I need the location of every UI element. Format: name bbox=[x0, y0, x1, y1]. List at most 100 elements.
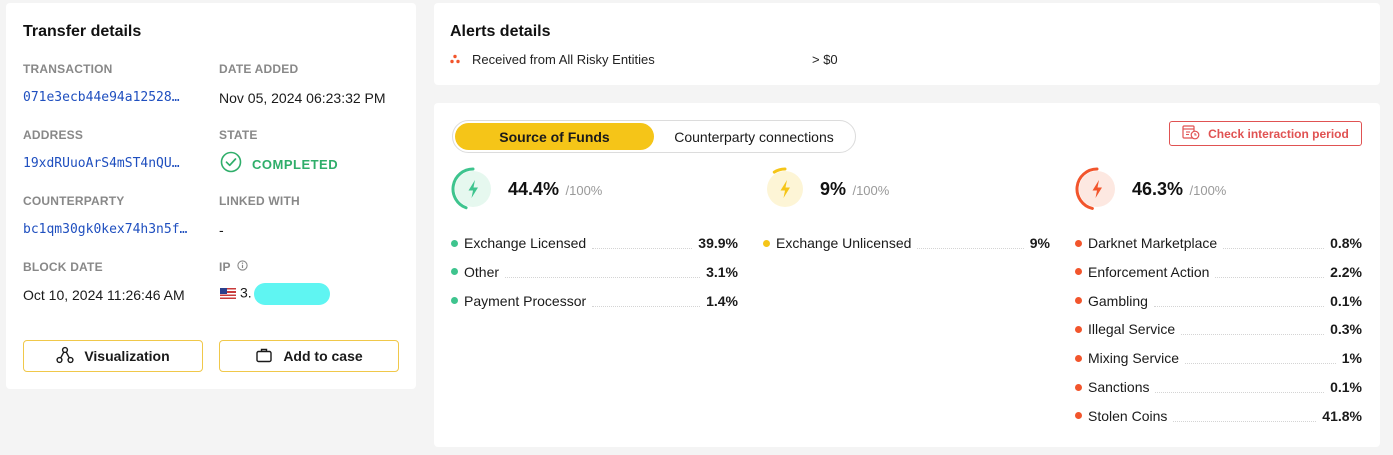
linked-with-label: LINKED WITH bbox=[219, 194, 300, 208]
alerts-details-title: Alerts details bbox=[450, 23, 551, 40]
bullet-dot bbox=[1075, 412, 1082, 420]
state-label: STATE bbox=[219, 128, 258, 142]
risk-row-label: Exchange Licensed bbox=[464, 235, 587, 251]
risk-row: Gambling 0.1% bbox=[1075, 291, 1362, 311]
bullet-dot bbox=[1075, 325, 1082, 333]
risk-row-label: Gambling bbox=[1088, 292, 1148, 309]
dotted-leader bbox=[592, 295, 701, 307]
group-percent-low: 44.4% /100% bbox=[508, 179, 602, 200]
check-interaction-period-button[interactable]: Check interaction period bbox=[1169, 121, 1362, 146]
gauge-medium bbox=[763, 167, 807, 211]
add-to-case-button-label: Add to case bbox=[283, 348, 363, 364]
address-label: ADDRESS bbox=[23, 128, 84, 142]
risk-row-label: Sanctions bbox=[1088, 379, 1150, 395]
visualization-button-label: Visualization bbox=[84, 348, 170, 364]
counterparty-link[interactable]: bc1qm30gk0kex74h3n5f… bbox=[23, 222, 203, 237]
date-added-label: DATE ADDED bbox=[219, 62, 299, 76]
tab-counterparty-connections[interactable]: Counterparty connections bbox=[654, 123, 854, 150]
dotted-leader bbox=[1223, 237, 1325, 249]
group-percent-high: 46.3% /100% bbox=[1132, 179, 1226, 200]
add-to-case-button[interactable]: Add to case bbox=[219, 340, 399, 372]
risk-row: Sanctions 0.1% bbox=[1075, 377, 1362, 397]
alerts-details-card: Alerts details Received from All Risky E… bbox=[434, 3, 1380, 85]
percent-total: /100% bbox=[565, 183, 603, 198]
gauge-low bbox=[451, 167, 495, 211]
risk-row-value: 1% bbox=[1341, 350, 1362, 367]
funds-view-toggle: Source of Funds Counterparty connections bbox=[452, 120, 856, 153]
date-added-value: Nov 05, 2024 06:23:32 PM bbox=[219, 90, 386, 106]
risk-row: Other 3.1% bbox=[451, 262, 738, 282]
dotted-leader bbox=[1181, 323, 1325, 336]
bullet-dot bbox=[1075, 268, 1082, 276]
gauge-high bbox=[1075, 167, 1119, 211]
dotted-leader bbox=[917, 237, 1024, 249]
bullet-dot bbox=[451, 297, 458, 305]
ip-label: IP bbox=[219, 260, 231, 274]
bullet-dot bbox=[1075, 354, 1082, 362]
address-link[interactable]: 19xdRUuoArS4mST4nQU… bbox=[23, 156, 203, 171]
dotted-leader bbox=[1153, 295, 1325, 307]
bullet-dot bbox=[1075, 297, 1082, 305]
bullet-dot bbox=[1075, 383, 1082, 391]
risk-row: Exchange Unlicensed 9% bbox=[763, 233, 1050, 253]
percent-total: /100% bbox=[852, 183, 890, 198]
risk-row: Illegal Service 0.3% bbox=[1075, 319, 1362, 339]
info-icon[interactable] bbox=[237, 260, 248, 274]
alert-rule-row: Received from All Risky Entities bbox=[450, 52, 655, 67]
source-of-funds-card: Source of Funds Counterparty connections… bbox=[434, 103, 1380, 447]
risk-row-value: 0.3% bbox=[1330, 321, 1362, 338]
risk-row-value: 1.4% bbox=[706, 292, 738, 309]
risk-cluster-icon bbox=[450, 52, 460, 67]
group-percent-medium: 9% /100% bbox=[820, 179, 889, 200]
percent-total: /100% bbox=[1189, 183, 1227, 198]
bullet-dot bbox=[451, 239, 458, 247]
bullet-dot bbox=[451, 268, 458, 276]
risk-row-label: Other bbox=[464, 263, 500, 280]
risk-row-value: 3.1% bbox=[706, 263, 738, 280]
briefcase-icon bbox=[255, 346, 273, 367]
transaction-link[interactable]: 071e3ecb44e94a12528… bbox=[23, 90, 203, 105]
block-date-value: Oct 10, 2024 11:26:46 AM bbox=[23, 287, 185, 303]
linked-with-value: - bbox=[219, 222, 224, 238]
block-date-label: BLOCK DATE bbox=[23, 260, 103, 274]
risk-row: Payment Processor 1.4% bbox=[451, 291, 738, 311]
ip-value-row: 3. bbox=[220, 283, 330, 305]
risk-row-value: 39.9% bbox=[698, 235, 738, 251]
risk-row: Enforcement Action 2.2% bbox=[1075, 262, 1362, 282]
redaction-mark bbox=[253, 283, 330, 305]
dotted-leader bbox=[1185, 352, 1336, 365]
visualization-button[interactable]: Visualization bbox=[23, 340, 203, 372]
calendar-clock-icon bbox=[1182, 124, 1200, 143]
risk-row: Darknet Marketplace 0.8% bbox=[1075, 233, 1362, 253]
transaction-label: TRANSACTION bbox=[23, 62, 113, 76]
risk-row-value: 2.2% bbox=[1330, 263, 1362, 280]
bullet-dot bbox=[1075, 239, 1082, 247]
risk-row-label: Payment Processor bbox=[464, 292, 587, 309]
dotted-leader bbox=[505, 266, 701, 278]
tab-source-of-funds[interactable]: Source of Funds bbox=[455, 123, 654, 150]
dotted-leader bbox=[1155, 381, 1325, 393]
risk-row-value: 9% bbox=[1029, 235, 1050, 251]
risk-row: Exchange Licensed 39.9% bbox=[451, 233, 738, 253]
risk-row: Stolen Coins 41.8% bbox=[1075, 406, 1362, 426]
us-flag-icon bbox=[220, 287, 236, 299]
risk-row-value: 41.8% bbox=[1322, 407, 1362, 424]
risk-row-label: Stolen Coins bbox=[1088, 407, 1168, 424]
alert-rule-text: Received from All Risky Entities bbox=[472, 52, 655, 67]
bullet-dot bbox=[763, 239, 770, 247]
ip-label-row: IP bbox=[219, 260, 248, 274]
risk-row-label: Exchange Unlicensed bbox=[776, 235, 912, 251]
risk-row-label: Mixing Service bbox=[1088, 350, 1180, 367]
alert-threshold: > $0 bbox=[812, 52, 838, 67]
network-icon bbox=[56, 346, 74, 367]
transfer-details-card: Transfer details TRANSACTION 071e3ecb44e… bbox=[6, 3, 416, 389]
transfer-details-title: Transfer details bbox=[23, 23, 142, 40]
state-value: COMPLETED bbox=[252, 157, 339, 172]
counterparty-label: COUNTERPARTY bbox=[23, 194, 125, 208]
risk-row-value: 0.8% bbox=[1330, 235, 1362, 251]
check-interaction-period-label: Check interaction period bbox=[1208, 126, 1349, 141]
ip-value: 3. bbox=[240, 284, 252, 301]
percent-value: 9% bbox=[820, 179, 847, 199]
state-row: COMPLETED bbox=[220, 151, 338, 178]
percent-value: 46.3% bbox=[1132, 179, 1184, 199]
